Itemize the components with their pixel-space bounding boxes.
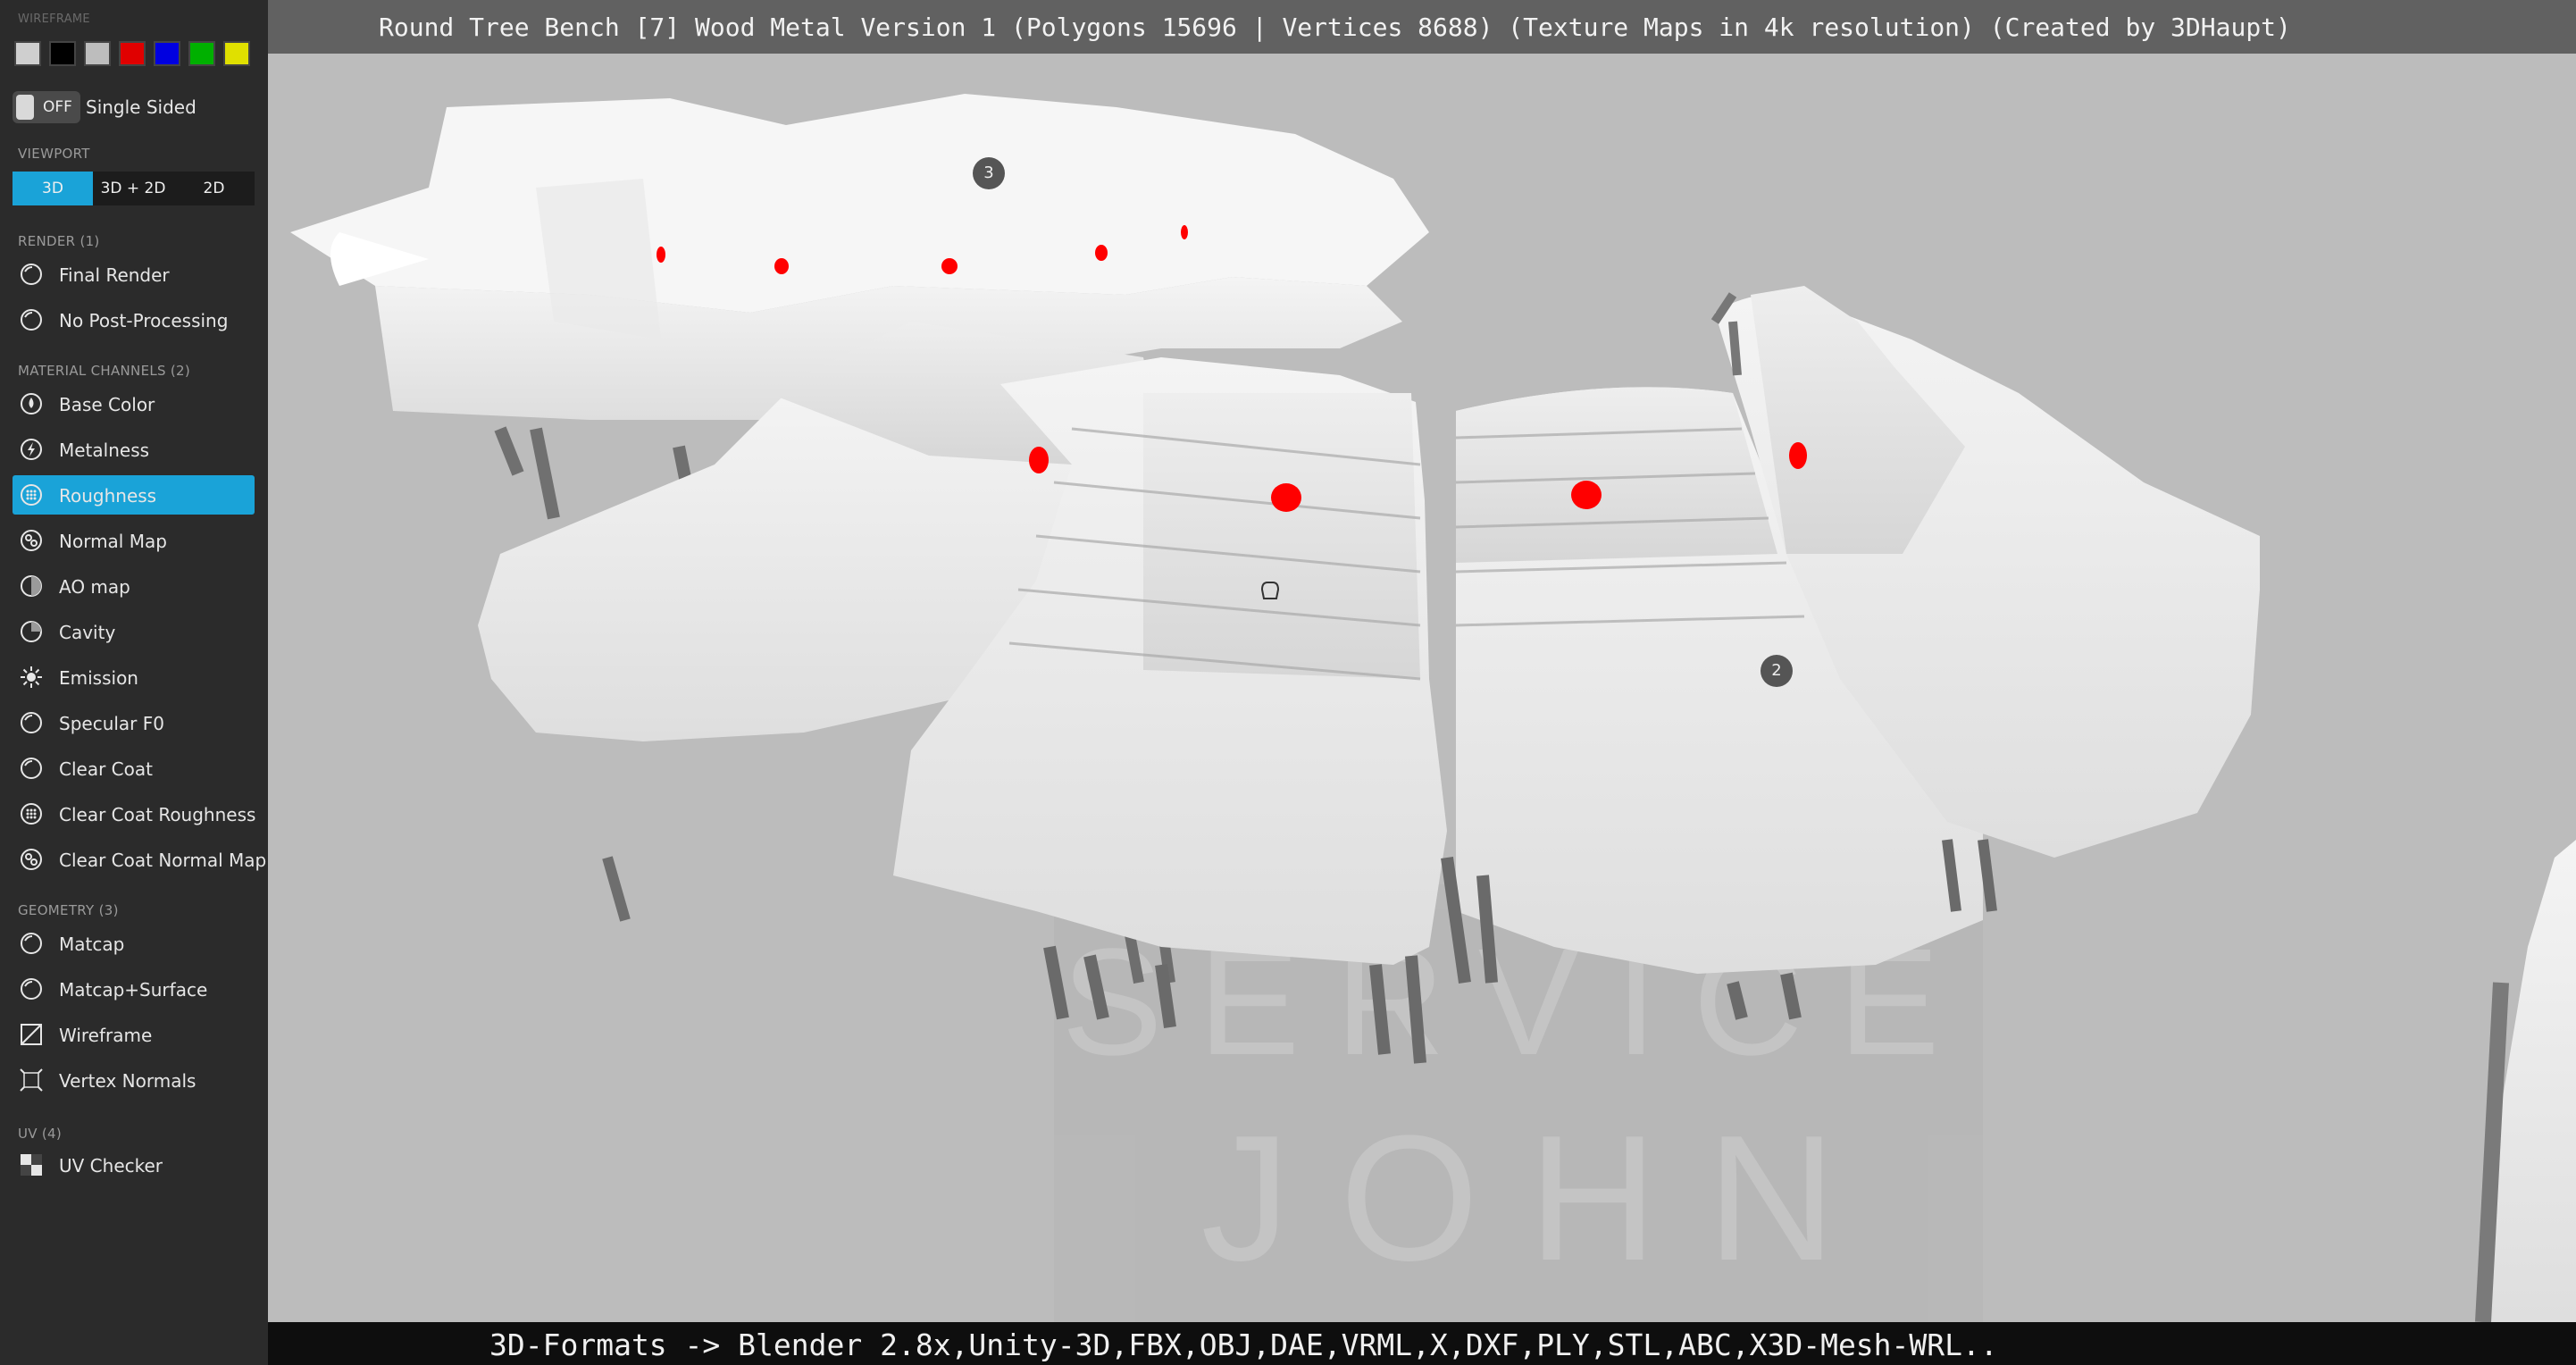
model-render: SERVICE J O H N xyxy=(268,54,2576,1322)
menu-item-metalness[interactable]: Metalness xyxy=(13,430,255,469)
menu-item-label: Final Render xyxy=(59,264,170,286)
menu-item-wireframe[interactable]: Wireframe xyxy=(13,1015,255,1054)
sphere-icon xyxy=(20,711,43,734)
menu-item-matcap-surface[interactable]: Matcap+Surface xyxy=(13,969,255,1009)
menu-item-label: Specular F0 xyxy=(59,713,164,734)
red-marker xyxy=(1095,245,1108,261)
swatch-black[interactable] xyxy=(49,41,76,66)
sphere-icon xyxy=(20,757,43,780)
menu-item-label: Base Color xyxy=(59,394,155,415)
half-sphere-icon xyxy=(20,574,43,598)
menu-item-cavity[interactable]: Cavity xyxy=(13,612,255,651)
swatch-blue[interactable] xyxy=(154,41,180,66)
checker-icon xyxy=(20,1153,43,1177)
menu-item-label: Clear Coat Roughness xyxy=(59,804,256,825)
cavity-icon xyxy=(20,620,43,643)
wireframe-section-label: WIREFRAME xyxy=(18,13,90,26)
menu-item-label: Matcap xyxy=(59,934,125,955)
material-section-label: MATERIAL CHANNELS (2) xyxy=(18,363,191,379)
bottom-bar: 3D-Formats -> Blender 2.8x,Unity-3D,FBX,… xyxy=(268,1322,2576,1365)
menu-item-label: Wireframe xyxy=(59,1025,153,1046)
menu-item-label: Vertex Normals xyxy=(59,1070,197,1092)
menu-item-uv-checker[interactable]: UV Checker xyxy=(13,1145,255,1185)
normal-map-icon xyxy=(20,529,43,552)
menu-item-label: No Post-Processing xyxy=(59,310,229,331)
swatch-gray[interactable] xyxy=(84,41,111,66)
menu-item-label: Matcap+Surface xyxy=(59,979,208,1001)
normal-map-icon xyxy=(20,848,43,871)
viewport-3d-2d-button[interactable]: 3D + 2D xyxy=(93,172,173,205)
menu-item-base-color[interactable]: Base Color xyxy=(13,384,255,423)
menu-item-label: Clear Coat Normal Map xyxy=(59,850,267,871)
menu-item-normal-map[interactable]: Normal Map xyxy=(13,521,255,560)
model-title: Round Tree Bench [7] Wood Metal Version … xyxy=(379,13,2291,42)
swatch-green[interactable] xyxy=(188,41,215,66)
menu-item-label: UV Checker xyxy=(59,1155,163,1177)
red-marker xyxy=(1571,481,1602,509)
title-bar: Round Tree Bench [7] Wood Metal Version … xyxy=(268,0,2576,54)
menu-item-label: Roughness xyxy=(59,485,157,507)
menu-item-clear-coat-roughness[interactable]: Clear Coat Roughness xyxy=(13,794,255,833)
menu-item-label: Cavity xyxy=(59,622,116,643)
dots-sphere-icon xyxy=(20,802,43,825)
swatch-red[interactable] xyxy=(119,41,146,66)
annotation-3[interactable]: 3 xyxy=(973,157,1005,189)
red-marker xyxy=(1789,442,1807,469)
menu-item-roughness[interactable]: Roughness xyxy=(13,475,255,515)
drop-icon xyxy=(20,392,43,415)
menu-item-clear-coat[interactable]: Clear Coat xyxy=(13,749,255,788)
toggle-knob xyxy=(16,95,34,120)
formats-line: 3D-Formats -> Blender 2.8x,Unity-3D,FBX,… xyxy=(489,1327,1998,1362)
menu-item-no-post-processing[interactable]: No Post-Processing xyxy=(13,300,255,339)
uv-section-label: UV (4) xyxy=(18,1126,63,1142)
menu-item-label: Emission xyxy=(59,667,138,689)
single-sided-toggle[interactable]: OFF xyxy=(13,91,80,123)
red-marker xyxy=(657,247,665,263)
viewport-section-label: VIEWPORT xyxy=(18,146,90,162)
annotation-2[interactable]: 2 xyxy=(1761,655,1793,687)
single-sided-label: Single Sided xyxy=(86,96,197,118)
sun-icon xyxy=(20,666,43,689)
sphere-icon xyxy=(20,932,43,955)
geometry-section-label: GEOMETRY (3) xyxy=(18,902,119,918)
menu-item-label: Normal Map xyxy=(59,531,167,552)
sphere-icon xyxy=(20,263,43,286)
menu-item-matcap[interactable]: Matcap xyxy=(13,924,255,963)
wireframe-icon xyxy=(20,1023,43,1046)
lightning-icon xyxy=(20,438,43,461)
menu-item-ao-map[interactable]: AO map xyxy=(13,566,255,606)
menu-item-clear-coat-normal-map[interactable]: Clear Coat Normal Map xyxy=(13,840,266,879)
red-marker xyxy=(941,258,958,274)
sphere-icon xyxy=(20,308,43,331)
viewport-2d-button[interactable]: 2D xyxy=(173,172,255,205)
watermark-line-2: J O H N xyxy=(1200,1099,1836,1298)
red-marker xyxy=(1181,225,1188,239)
toggle-state: OFF xyxy=(43,98,72,116)
red-marker xyxy=(774,258,789,274)
menu-item-vertex-normals[interactable]: Vertex Normals xyxy=(13,1060,255,1100)
menu-item-label: Clear Coat xyxy=(59,758,153,780)
viewport-3d-button[interactable]: 3D xyxy=(13,172,93,205)
sidebar: WIREFRAME OFF Single Sided VIEWPORT 3D 3… xyxy=(0,0,268,1365)
menu-item-emission[interactable]: Emission xyxy=(13,657,255,697)
menu-item-final-render[interactable]: Final Render xyxy=(13,255,255,294)
render-section-label: RENDER (1) xyxy=(18,233,100,249)
menu-item-specular-f0[interactable]: Specular F0 xyxy=(13,703,255,742)
swatch-transparent[interactable] xyxy=(14,41,41,66)
swatch-yellow[interactable] xyxy=(223,41,250,66)
dots-sphere-icon xyxy=(20,483,43,507)
red-marker xyxy=(1271,483,1301,512)
sphere-icon xyxy=(20,977,43,1001)
menu-item-label: AO map xyxy=(59,576,130,598)
menu-item-label: Metalness xyxy=(59,440,150,461)
vertex-normals-icon xyxy=(20,1068,43,1092)
3d-viewport[interactable]: SERVICE J O H N 3 2 xyxy=(268,54,2576,1322)
red-marker xyxy=(1029,447,1049,473)
